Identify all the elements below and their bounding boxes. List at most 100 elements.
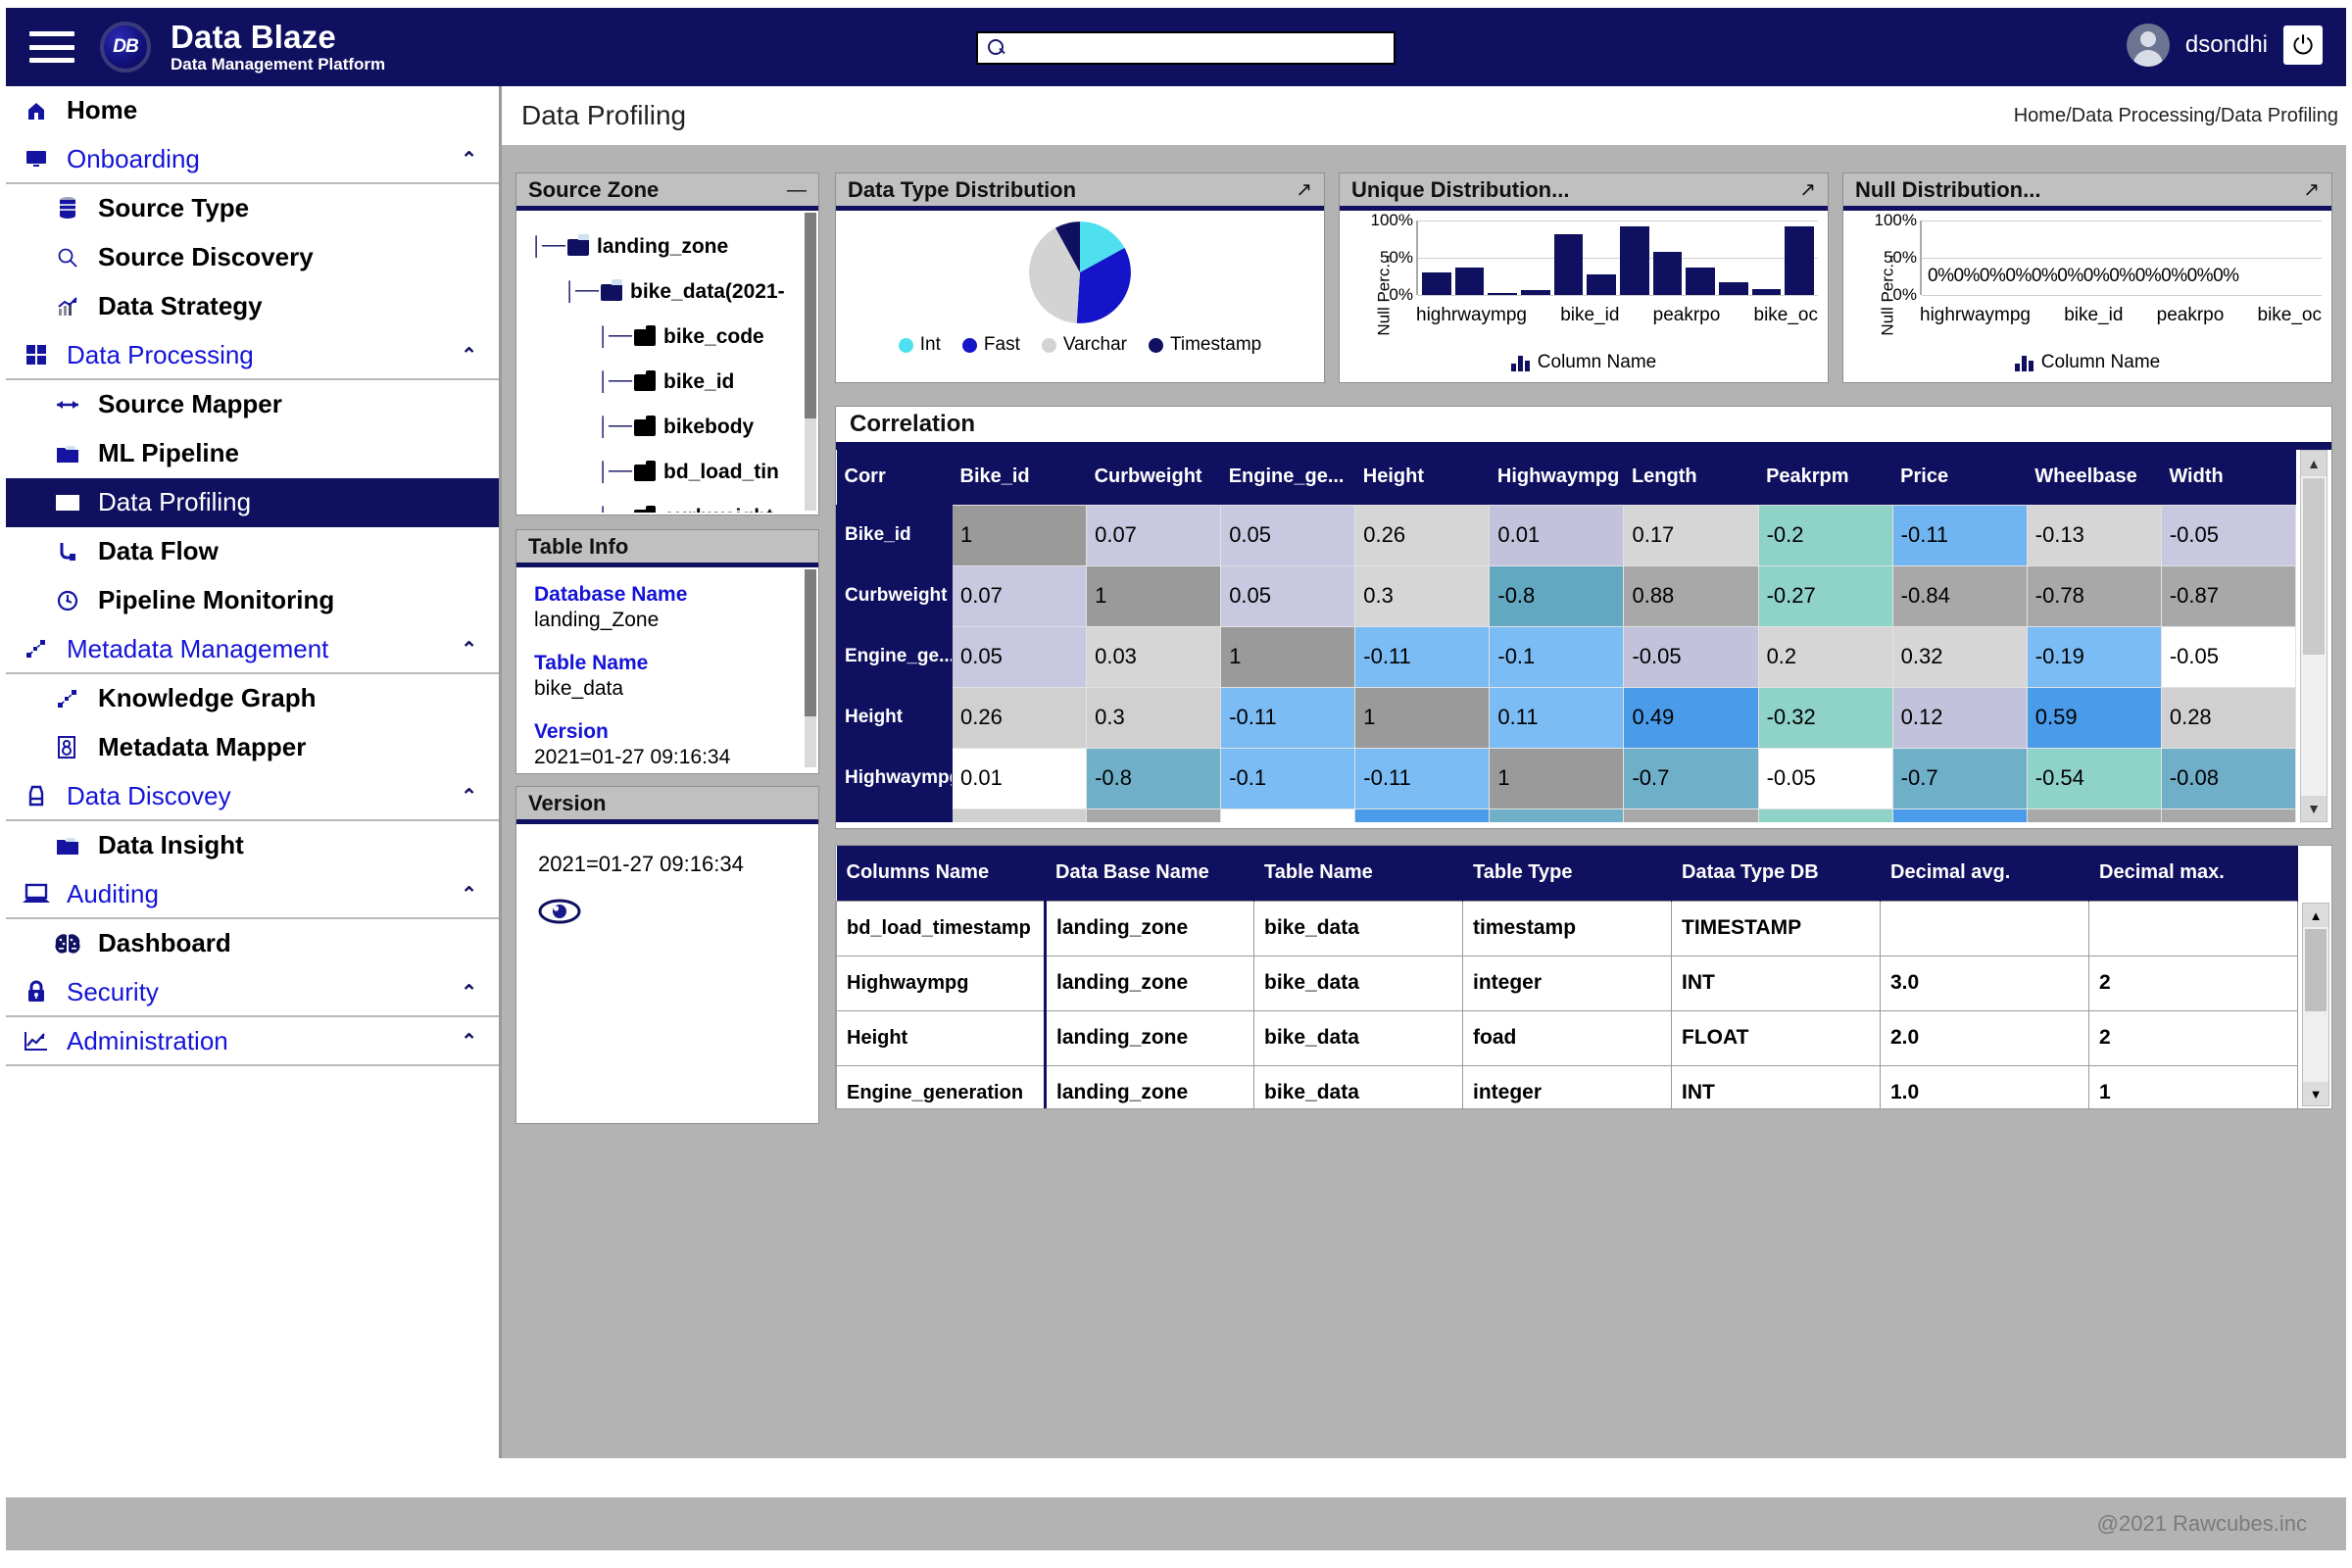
- column-header[interactable]: Curbweight: [1086, 450, 1221, 505]
- sidebar-item-administration[interactable]: Administration ⌃: [6, 1017, 499, 1066]
- eye-icon[interactable]: [538, 899, 581, 924]
- table-row: Highwaympg 0.01 -0.8 -0.1 -0.11 1 -0.7 -0.05 -0.…: [836, 747, 2297, 809]
- minimize-icon[interactable]: —: [787, 180, 807, 200]
- tree-node[interactable]: │── bd_load_tin: [516, 450, 818, 495]
- sidebar-item-dashboard[interactable]: Dashboard: [6, 919, 499, 968]
- legend-item: Timestamp: [1148, 334, 1261, 356]
- sidebar-item-source-type[interactable]: Source Type: [6, 184, 499, 233]
- correlation-cell: -0.29: [1757, 808, 1893, 822]
- sidebar-item-label: Metadata Mapper: [98, 732, 307, 761]
- search-input[interactable]: [1007, 39, 1394, 57]
- scrollbar-thumb[interactable]: [2305, 929, 2327, 1011]
- chevron-up-icon[interactable]: ⌃: [461, 980, 477, 1004]
- sidebar-item-data-strategy[interactable]: Data Strategy: [6, 282, 499, 331]
- column-header[interactable]: Bike_id: [952, 450, 1087, 505]
- tree-node[interactable]: │── bikebody: [516, 405, 818, 450]
- top-header-bar: DB Data Blaze Data Management Platform d…: [6, 8, 2346, 86]
- chevron-up-icon[interactable]: ⌃: [461, 147, 477, 172]
- chevron-up-icon[interactable]: ⌃: [461, 343, 477, 368]
- correlation-title: Correlation: [850, 411, 976, 437]
- table-row[interactable]: Highwaympg landing_zone bike_data integer IN…: [836, 955, 2298, 1011]
- column-header[interactable]: Peakrpm: [1758, 450, 1893, 505]
- null-distribution-title: Null Distribution...: [1855, 176, 2041, 202]
- legend-item: Fast: [961, 334, 1020, 356]
- table-info-label: Database Name: [534, 583, 688, 606]
- scrollbar-thumb[interactable]: [2303, 478, 2325, 655]
- table-row[interactable]: bd_load_timestamp landing_zone bike_data ti…: [836, 900, 2298, 956]
- logout-power-button[interactable]: ⏻: [2283, 25, 2323, 65]
- chevron-up-icon[interactable]: ⌃: [461, 637, 477, 662]
- sidebar-item-metadata-management[interactable]: Metadata Management ⌃: [6, 625, 499, 674]
- column-header[interactable]: Engine_ge...: [1220, 450, 1355, 505]
- correlation-cell: 0.01: [951, 747, 1088, 809]
- chevron-up-icon[interactable]: ⌃: [461, 1029, 477, 1054]
- chevron-up-icon[interactable]: ⌃: [461, 784, 477, 808]
- tree-branch-line: │──: [597, 507, 632, 514]
- details-table: Columns Name Data Base Name Table Name Tabl…: [836, 846, 2298, 1108]
- sidebar-item-pipeline-monitoring[interactable]: Pipeline Monitoring: [6, 576, 499, 625]
- search-box[interactable]: [976, 31, 1396, 65]
- tree-node[interactable]: │── bike_code: [516, 315, 818, 360]
- expand-icon[interactable]: ↗: [1799, 180, 1816, 200]
- details-table-panel: Columns Name Data Base Name Table Name Tabl…: [835, 845, 2332, 1109]
- column-header[interactable]: Table Name: [1253, 846, 1463, 901]
- scroll-down-icon[interactable]: ▼: [2303, 1082, 2328, 1105]
- sidebar-item-data-discovey[interactable]: Data Discovey ⌃: [6, 772, 499, 821]
- column-header[interactable]: Width: [2161, 450, 2296, 505]
- column-header[interactable]: Height: [1354, 450, 1490, 505]
- sidebar-item-data-processing[interactable]: Data Processing ⌃: [6, 331, 499, 380]
- sidebar-item-ml-pipeline[interactable]: ML Pipeline: [6, 429, 499, 478]
- sidebar-item-security[interactable]: Security ⌃: [6, 968, 499, 1017]
- bar-series: [1422, 220, 1815, 295]
- table-info-header: Table Info: [516, 530, 818, 567]
- sidebar-item-home[interactable]: Home: [6, 86, 499, 135]
- sidebar-item-source-discovery[interactable]: Source Discovery: [6, 233, 499, 282]
- column-header[interactable]: Columns Name: [836, 846, 1046, 901]
- sidebar-item-source-mapper[interactable]: Source Mapper: [6, 380, 499, 429]
- table-row[interactable]: Height landing_zone bike_data foad FLOAT 2.0 2: [836, 1009, 2298, 1066]
- bar: [1521, 290, 1550, 295]
- table-info-scrollbar[interactable]: [805, 569, 816, 767]
- sidebar-item-auditing[interactable]: Auditing ⌃: [6, 870, 499, 919]
- sidebar-item-metadata-mapper[interactable]: Metadata Mapper: [6, 723, 499, 772]
- column-header[interactable]: Decimal avg.: [1880, 846, 2089, 901]
- table-row[interactable]: Engine_generation landing_zone bike_data in…: [836, 1064, 2298, 1108]
- chevron-up-icon[interactable]: ⌃: [461, 882, 477, 906]
- hamburger-menu-icon[interactable]: [29, 31, 74, 63]
- column-header[interactable]: Data Base Name: [1045, 846, 1254, 901]
- column-header[interactable]: Dataa Type DB: [1671, 846, 1881, 901]
- column-header[interactable]: Wheelbase: [2027, 450, 2162, 505]
- correlation-cell: -0.13: [2026, 504, 2162, 566]
- sidebar-item-data-flow[interactable]: Data Flow: [6, 527, 499, 576]
- tree-branch-line: │──: [597, 370, 633, 394]
- tree-node[interactable]: │── bike_data(2021-: [516, 270, 818, 315]
- tree-node[interactable]: │── bike_id: [516, 360, 818, 405]
- table-cell: landing_zone: [1045, 1009, 1254, 1066]
- sidebar-item-data-profiling[interactable]: Data Profiling: [6, 478, 499, 527]
- details-table-scrollbar[interactable]: ▲ ▼: [2302, 903, 2329, 1106]
- sidebar-item-onboarding[interactable]: Onboarding ⌃: [6, 135, 499, 184]
- search-icon: [986, 37, 1007, 59]
- column-header[interactable]: Corr: [836, 450, 953, 505]
- tree-scrollbar[interactable]: [805, 213, 816, 511]
- scroll-up-icon[interactable]: ▲: [2301, 451, 2327, 476]
- tree-node[interactable]: │── landing_zone: [516, 224, 818, 270]
- sidebar-item-data-insight[interactable]: Data Insight: [6, 821, 499, 870]
- column-header[interactable]: Decimal max.: [2088, 846, 2298, 901]
- sidebar-item-knowledge-graph[interactable]: Knowledge Graph: [6, 674, 499, 723]
- column-header[interactable]: Highwaympg: [1489, 450, 1624, 505]
- expand-icon[interactable]: ↗: [1296, 180, 1312, 200]
- scroll-up-icon[interactable]: ▲: [2303, 904, 2328, 927]
- tree-branch-line: │──: [597, 325, 633, 349]
- correlation-vertical-scrollbar[interactable]: ▲ ▼: [2300, 450, 2328, 822]
- scroll-down-icon[interactable]: ▼: [2301, 796, 2327, 821]
- correlation-cell: 0.05: [1220, 564, 1356, 627]
- table-cell: 2.0: [1880, 1009, 2089, 1066]
- version-panel-body: 2021=01-27 09:16:34: [516, 824, 818, 929]
- column-header[interactable]: Length: [1623, 450, 1759, 505]
- expand-icon[interactable]: ↗: [2303, 180, 2320, 200]
- column-header[interactable]: Price: [1892, 450, 2028, 505]
- lock-icon: [20, 781, 53, 810]
- column-header[interactable]: Table Type: [1462, 846, 1672, 901]
- tree-node[interactable]: │── curbweight: [516, 495, 818, 513]
